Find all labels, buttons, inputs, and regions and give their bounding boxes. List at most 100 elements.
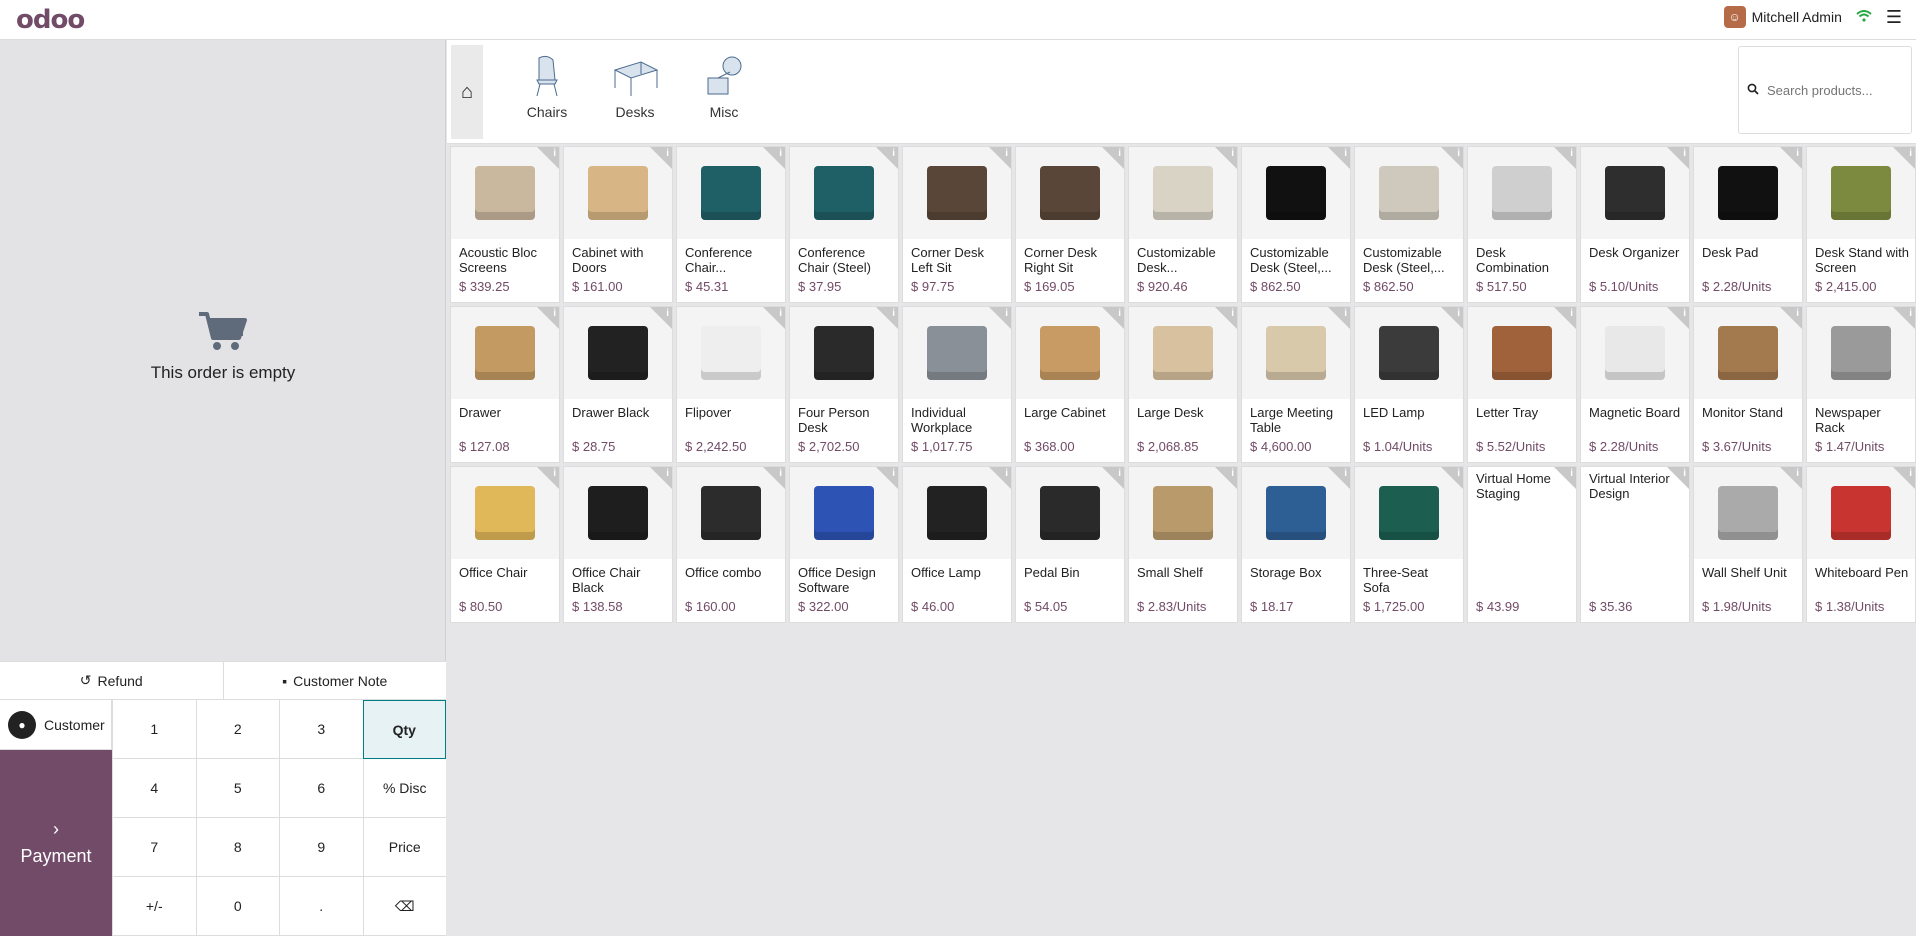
info-icon: i — [1231, 308, 1234, 319]
numpad-key[interactable]: 0 — [195, 877, 279, 936]
product-card[interactable]: Wall Shelf Unit $ 1.98/Units i — [1693, 466, 1803, 623]
refund-icon: ↺ — [79, 672, 92, 688]
product-card[interactable]: Desk Organizer $ 5.10/Units i — [1580, 146, 1690, 303]
product-card[interactable]: Three-Seat Sofa $ 1,725.00 i — [1354, 466, 1464, 623]
numpad-key[interactable]: . — [279, 877, 363, 936]
product-card[interactable]: Customizable Desk (Steel,... $ 862.50 i — [1241, 146, 1351, 303]
order-panel: This order is empty ↺ Refund ▪ Customer … — [0, 40, 447, 936]
product-card[interactable]: Virtual Home Staging $ 43.99 i — [1467, 466, 1577, 623]
product-thumbnail — [1718, 486, 1778, 540]
product-card[interactable]: Letter Tray $ 5.52/Units i — [1467, 306, 1577, 463]
product-card[interactable]: Small Shelf $ 2.83/Units i — [1128, 466, 1238, 623]
search-input[interactable] — [1767, 82, 1897, 98]
numpad-key[interactable]: +/- — [112, 877, 196, 936]
product-name: Letter Tray — [1476, 405, 1539, 420]
empty-order: This order is empty — [0, 310, 446, 383]
product-card[interactable]: Office Lamp $ 46.00 i — [902, 466, 1012, 623]
numpad-key[interactable]: 8 — [195, 818, 279, 877]
product-card[interactable]: Office Chair Black $ 138.58 i — [563, 466, 673, 623]
product-card[interactable]: Acoustic Bloc Screens $ 339.25 i — [450, 146, 560, 303]
numpad-key[interactable]: 5 — [195, 759, 279, 818]
product-card[interactable]: Office Chair $ 80.50 i — [450, 466, 560, 623]
product-thumbnail — [1379, 326, 1439, 380]
product-card[interactable]: Conference Chair (Steel) $ 37.95 i — [789, 146, 899, 303]
product-thumbnail — [1266, 326, 1326, 380]
product-card[interactable]: Customizable Desk (Steel,... $ 862.50 i — [1354, 146, 1464, 303]
product-thumbnail — [588, 166, 648, 220]
info-icon: i — [553, 468, 556, 479]
product-name: Monitor Stand — [1702, 405, 1783, 420]
category-desks[interactable]: Desks — [595, 54, 675, 120]
product-card[interactable]: Virtual Interior Design $ 35.36 i — [1580, 466, 1690, 623]
product-card[interactable]: Corner Desk Left Sit $ 97.75 i — [902, 146, 1012, 303]
product-card[interactable]: Conference Chair... $ 45.31 i — [676, 146, 786, 303]
numpad-key[interactable]: ⌫ — [362, 877, 446, 936]
product-thumbnail — [475, 166, 535, 220]
user-avatar: ☺ — [1723, 6, 1746, 28]
hamburger-menu-icon[interactable]: ☰ — [1886, 7, 1902, 28]
home-category-button[interactable]: ⌂ — [451, 45, 483, 139]
payment-button[interactable]: › Payment — [0, 750, 112, 936]
numpad-key[interactable]: Price — [362, 818, 446, 877]
customer-note-button[interactable]: ▪ Customer Note — [224, 662, 447, 699]
product-card[interactable]: Whiteboard Pen $ 1.38/Units i — [1806, 466, 1916, 623]
payment-label: Payment — [20, 846, 92, 866]
customer-icon: ● — [8, 710, 36, 739]
product-card[interactable]: LED Lamp $ 1.04/Units i — [1354, 306, 1464, 463]
product-price: $ 5.52/Units — [1476, 439, 1546, 454]
product-thumbnail — [1718, 326, 1778, 380]
product-name: Cabinet with Doors — [572, 245, 644, 275]
category-label: Chairs — [526, 104, 568, 120]
product-card[interactable]: Desk Pad $ 2.28/Units i — [1693, 146, 1803, 303]
category-chairs[interactable]: Chairs — [507, 54, 587, 120]
info-icon: i — [1683, 148, 1686, 159]
numpad-key[interactable]: 9 — [279, 818, 363, 877]
product-price: $ 368.00 — [1024, 439, 1075, 454]
search-box[interactable] — [1738, 46, 1912, 134]
product-card[interactable]: Customizable Desk... $ 920.46 i — [1128, 146, 1238, 303]
product-card[interactable]: Drawer Black $ 28.75 i — [563, 306, 673, 463]
refund-button[interactable]: ↺ Refund — [0, 662, 224, 699]
product-card[interactable]: Desk Stand with Screen $ 2,415.00 i — [1806, 146, 1916, 303]
product-card[interactable]: Four Person Desk $ 2,702.50 i — [789, 306, 899, 463]
product-price: $ 46.00 — [911, 599, 955, 614]
numpad-key[interactable]: 4 — [112, 759, 196, 818]
product-name: Conference Chair... — [685, 245, 753, 275]
product-card[interactable]: Large Cabinet $ 368.00 i — [1015, 306, 1125, 463]
product-thumbnail — [588, 326, 648, 380]
product-card[interactable]: Cabinet with Doors $ 161.00 i — [563, 146, 673, 303]
product-card[interactable]: Large Desk $ 2,068.85 i — [1128, 306, 1238, 463]
numpad-key[interactable]: Qty — [362, 700, 446, 759]
info-icon: i — [892, 308, 895, 319]
numpad-key[interactable]: % Disc — [362, 759, 446, 818]
product-card[interactable]: Pedal Bin $ 54.05 i — [1015, 466, 1125, 623]
product-name: Desk Organizer — [1589, 245, 1680, 260]
product-card[interactable]: Office combo $ 160.00 i — [676, 466, 786, 623]
numpad-key[interactable]: 6 — [279, 759, 363, 818]
customer-button[interactable]: ● Customer — [0, 700, 112, 750]
product-card[interactable]: Newspaper Rack $ 1.47/Units i — [1806, 306, 1916, 463]
product-card[interactable]: Desk Combination $ 517.50 i — [1467, 146, 1577, 303]
product-card[interactable]: Drawer $ 127.08 i — [450, 306, 560, 463]
wifi-icon[interactable] — [1856, 9, 1872, 25]
product-card[interactable]: Magnetic Board $ 2.28/Units i — [1580, 306, 1690, 463]
product-name: Pedal Bin — [1024, 565, 1080, 580]
customer-label: Customer — [44, 716, 105, 733]
product-card[interactable]: Individual Workplace $ 1,017.75 i — [902, 306, 1012, 463]
user-menu[interactable]: ☺ Mitchell Admin — [1723, 6, 1842, 28]
product-card[interactable]: Storage Box $ 18.17 i — [1241, 466, 1351, 623]
product-card[interactable]: Monitor Stand $ 3.67/Units i — [1693, 306, 1803, 463]
product-card[interactable]: Corner Desk Right Sit $ 169.05 i — [1015, 146, 1125, 303]
product-card[interactable]: Flipover $ 2,242.50 i — [676, 306, 786, 463]
product-card[interactable]: Office Design Software $ 322.00 i — [789, 466, 899, 623]
numpad-key[interactable]: 7 — [112, 818, 196, 877]
numpad-key[interactable]: 3 — [279, 700, 363, 759]
product-name: Office Lamp — [911, 565, 981, 580]
numpad-key[interactable]: 1 — [112, 700, 196, 759]
product-name: Corner Desk Right Sit — [1024, 245, 1097, 275]
odoo-logo[interactable]: odoo — [16, 5, 85, 35]
product-card[interactable]: Large Meeting Table $ 4,600.00 i — [1241, 306, 1351, 463]
info-icon: i — [1570, 308, 1573, 319]
numpad-key[interactable]: 2 — [195, 700, 279, 759]
category-misc[interactable]: Misc — [684, 54, 764, 120]
